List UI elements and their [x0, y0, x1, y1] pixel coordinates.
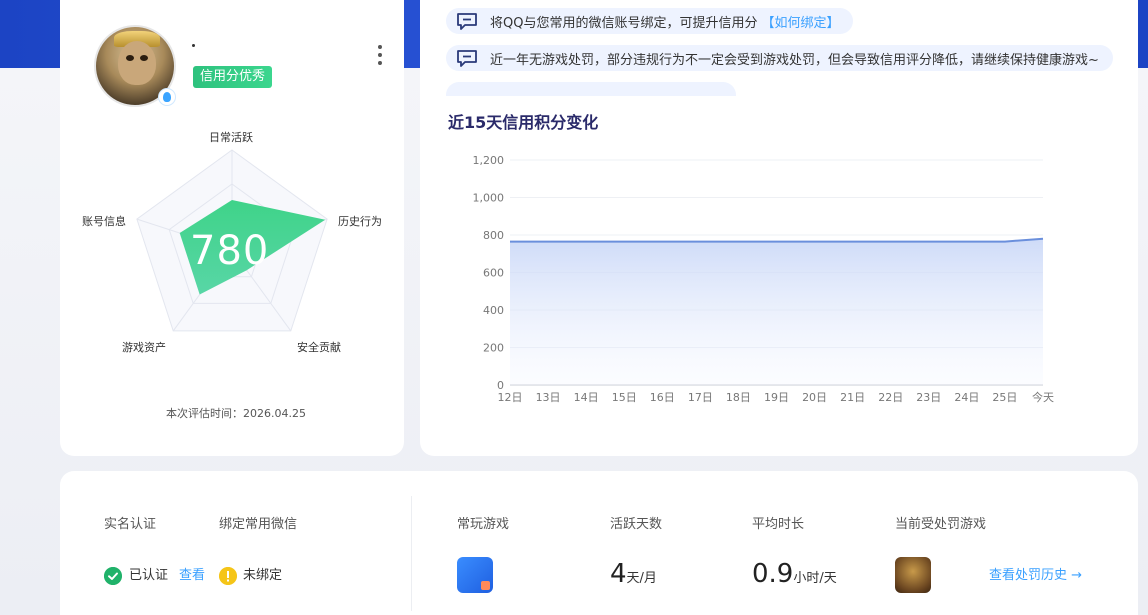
avg-duration-number: 0.9 — [752, 559, 794, 589]
notice-text: 近一年无游戏处罚，部分违规行为不一定会受到游戏处罚，但会导致信用评分降低，请继续… — [490, 52, 1099, 68]
qq-icon — [158, 88, 176, 106]
radar-label-security: 安全贡献 — [297, 341, 341, 354]
chart-line — [510, 237, 1044, 243]
chart-x-axis: 12日 13日 14日 15日 16日 17日 18日 19日 20日 21日 22日 23日 24日 2… — [498, 390, 1055, 404]
warning-icon — [219, 567, 237, 585]
evaluation-time: 本次评估时间：2026.04.25 — [166, 407, 306, 420]
chart-area — [510, 238, 1043, 385]
notice-partial — [446, 82, 736, 96]
active-days-label: 活跃天数 — [610, 517, 663, 532]
how-to-bind-link[interactable]: 【如何绑定】 — [761, 12, 839, 31]
message-icon — [457, 13, 477, 30]
credit-score: 780 — [190, 228, 270, 274]
radar-label-daily: 日常活跃 — [209, 131, 253, 144]
x-tick-label: 今天 — [1032, 390, 1054, 404]
y-tick-label: 800 — [483, 229, 504, 242]
avg-duration-unit: 小时/天 — [793, 571, 837, 586]
more-options-icon[interactable] — [375, 45, 385, 65]
penalty-history-link[interactable]: 查看处罚历史 → — [989, 567, 1082, 585]
credit-line-chart: 02004006008001,0001,200 12日 13日 14日 15日 16日 1… — [473, 154, 1055, 404]
avg-duration-label: 平均时长 — [752, 517, 805, 532]
unbound-status: 未绑定 — [243, 568, 283, 583]
y-tick-label: 600 — [483, 267, 504, 280]
x-tick-label: 23日 — [916, 391, 941, 404]
y-tick-label: 1,000 — [473, 192, 505, 205]
y-tick-label: 400 — [483, 304, 504, 317]
chart-title: 近15天信用积分变化 — [448, 113, 599, 132]
real-name-label: 实名认证 — [104, 517, 157, 532]
x-tick-label: 19日 — [764, 391, 789, 404]
divider — [411, 496, 412, 611]
x-tick-label: 15日 — [612, 391, 637, 404]
view-verification-link[interactable]: 查看 — [179, 567, 205, 585]
avg-duration-value: 0.9小时/天 — [752, 559, 837, 589]
notice-bind-wechat: 将QQ与您常用的微信账号绑定，可提升信用分 【如何绑定】 — [446, 8, 854, 34]
active-days-number: 4 — [610, 559, 627, 589]
frequent-games-label: 常玩游戏 — [457, 517, 510, 532]
x-tick-label: 21日 — [840, 391, 865, 404]
frequent-game-icon[interactable] — [457, 557, 493, 593]
radar-label-history: 历史行为 — [338, 215, 382, 228]
y-tick-label: 1,200 — [473, 154, 505, 167]
penalty-game-label: 当前受处罚游戏 — [895, 517, 987, 532]
x-tick-label: 13日 — [536, 391, 561, 404]
x-tick-label: 20日 — [802, 391, 827, 404]
x-tick-label: 25日 — [992, 391, 1017, 404]
x-tick-label: 17日 — [688, 391, 713, 404]
chart-y-axis: 02004006008001,0001,200 — [473, 154, 505, 392]
check-circle-icon — [104, 567, 122, 585]
verified-status: 已认证 — [129, 568, 169, 583]
wechat-bind-label: 绑定常用微信 — [219, 517, 298, 532]
x-tick-label: 18日 — [726, 391, 751, 404]
notice-text: 将QQ与您常用的微信账号绑定，可提升信用分 — [490, 15, 758, 31]
x-tick-label: 12日 — [498, 391, 523, 404]
x-tick-label: 24日 — [954, 391, 979, 404]
radar-label-assets: 游戏资产 — [122, 341, 166, 354]
radar-label-account: 账号信息 — [82, 215, 126, 228]
active-days-value: 4天/月 — [610, 559, 657, 589]
x-tick-label: 16日 — [650, 391, 675, 404]
x-tick-label: 22日 — [878, 391, 903, 404]
y-tick-label: 200 — [483, 342, 504, 355]
notice-no-penalty: 近一年无游戏处罚，部分违规行为不一定会受到游戏处罚，但会导致信用评分降低，请继续… — [446, 45, 1113, 71]
stats-card — [60, 471, 1138, 615]
username — [192, 44, 195, 47]
message-icon — [457, 50, 477, 67]
penalty-game-icon[interactable] — [895, 557, 931, 593]
avatar-face — [118, 41, 156, 85]
active-days-unit: 天/月 — [626, 571, 657, 586]
credit-badge: 信用分优秀 — [193, 66, 273, 88]
x-tick-label: 14日 — [574, 391, 599, 404]
